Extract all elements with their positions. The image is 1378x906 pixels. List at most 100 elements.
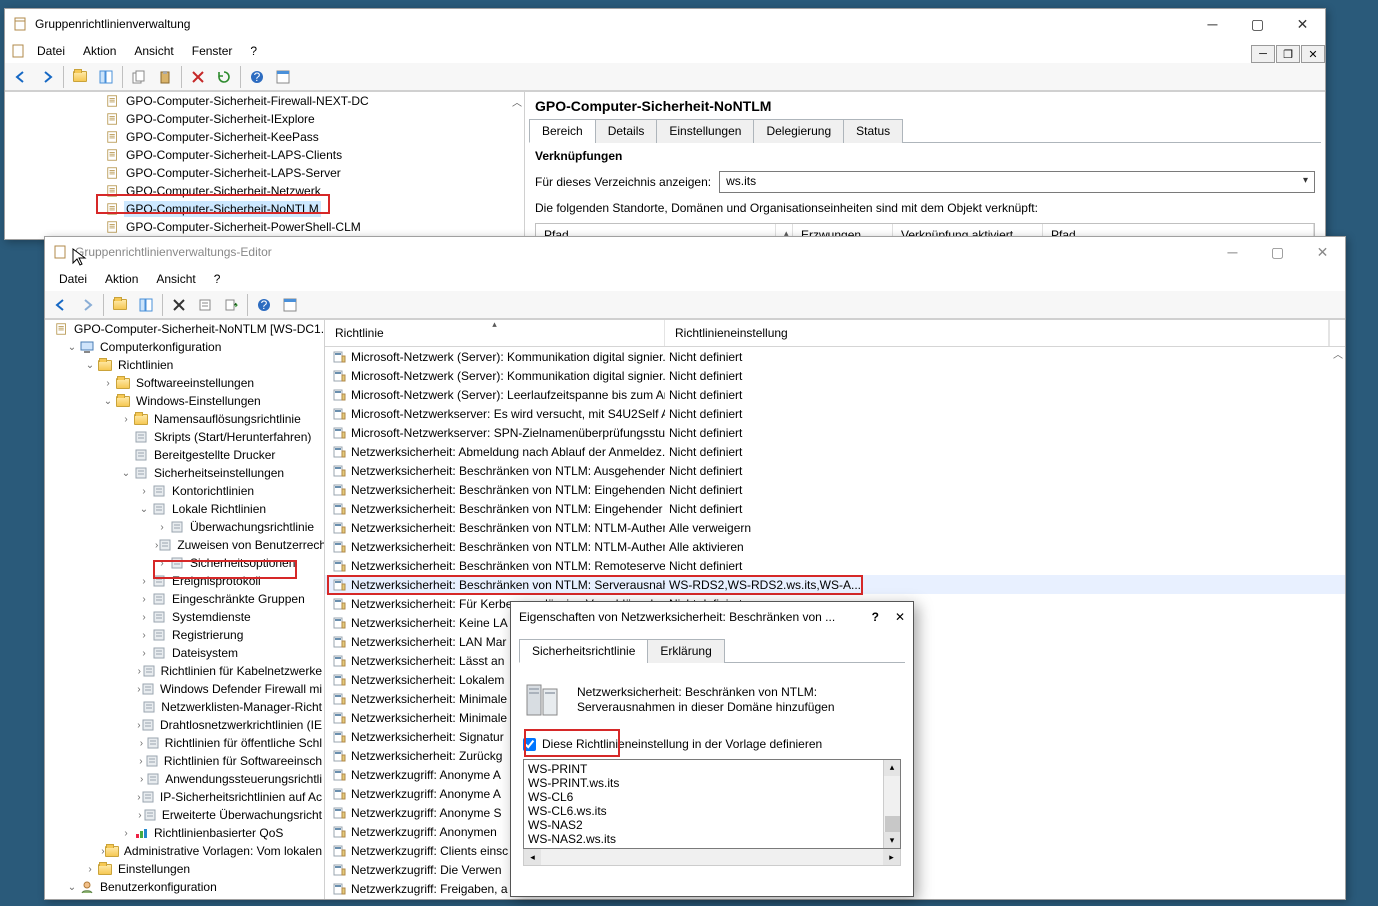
menu-?[interactable]: ? [242,41,265,61]
expand-icon[interactable]: ⌄ [119,468,133,479]
scroll-up-icon[interactable]: ︿ [512,94,522,109]
expand-icon[interactable]: › [101,378,115,389]
tree-item[interactable]: GPO-Computer-Sicherheit-NoNTLM [5,200,524,218]
exception-item[interactable]: WS-NAS2 [528,818,879,832]
tree-item[interactable]: ⌄ Lokale Richtlinien [45,500,324,518]
forward-button[interactable] [75,293,99,317]
tree-item[interactable]: Netzwerklisten-Manager-Richt [45,698,324,716]
dialog-titlebar[interactable]: Eigenschaften von Netzwerksicherheit: Be… [511,602,913,632]
mdi-restore[interactable]: ❐ [1276,45,1300,63]
expand-icon[interactable]: › [137,630,151,641]
tree-item[interactable]: › Einstellungen [45,860,324,878]
close-icon[interactable]: ✕ [895,610,905,624]
filter-button[interactable] [278,293,302,317]
up-folder-button[interactable] [108,293,132,317]
tree-item[interactable]: › Kontorichtlinien [45,482,324,500]
tree-item[interactable]: GPO-Computer-Sicherheit-KeePass [5,128,524,146]
tab-einstellungen[interactable]: Einstellungen [656,119,754,143]
tree-item[interactable]: › Richtlinien für öffentliche Schl [45,734,324,752]
forward-button[interactable] [35,65,59,89]
tab-status[interactable]: Status [843,119,903,143]
policy-row[interactable]: Microsoft-Netzwerk (Server): Kommunikati… [325,347,1345,366]
titlebar[interactable]: Gruppenrichtlinienverwaltung ─ ▢ ✕ [5,9,1325,39]
tree-item[interactable]: GPO-Computer-Sicherheit-Firewall-NEXT-DC [5,92,524,110]
menu-datei[interactable]: Datei [29,41,73,61]
policy-row[interactable]: Netzwerksicherheit: Beschränken von NTLM… [325,499,1345,518]
tab-delegierung[interactable]: Delegierung [753,119,844,143]
tree-item[interactable]: GPO-Computer-Sicherheit-PowerShell-CLM [5,218,524,236]
exception-item[interactable]: WS-CL6.ws.its [528,804,879,818]
delete-button[interactable] [186,65,210,89]
exception-item[interactable]: WS-PRINT [528,762,879,776]
tree-item[interactable]: › Eingeschränkte Gruppen [45,590,324,608]
show-hide-tree-button[interactable] [134,293,158,317]
expand-icon[interactable]: ⌄ [65,882,79,893]
tree-item[interactable]: › Drahtlosnetzwerkrichtlinien (IE [45,716,324,734]
tree-item[interactable]: › Sicherheitsoptionen [45,554,324,572]
scroll-down-icon[interactable]: ▾ [884,832,900,848]
expand-icon[interactable]: › [137,486,151,497]
expand-icon[interactable]: ⌄ [65,342,79,353]
directory-combo[interactable]: ws.its [719,171,1315,193]
policy-row[interactable]: Microsoft-Netzwerk (Server): Kommunikati… [325,366,1345,385]
tree-item[interactable]: Skripts (Start/Herunterfahren) [45,428,324,446]
maximize-button[interactable]: ▢ [1255,237,1300,267]
menu-fenster[interactable]: Fenster [184,41,241,61]
expand-icon[interactable]: › [83,864,97,875]
scroll-right-icon[interactable]: ▸ [883,849,900,865]
tree-item[interactable]: ⌄ Richtlinien [45,356,324,374]
policy-row[interactable]: Netzwerksicherheit: Beschränken von NTLM… [325,537,1345,556]
scroll-left-icon[interactable]: ◂ [524,849,541,865]
col-policy[interactable]: Richtlinie [325,320,665,346]
tree-item[interactable]: ⌄ Windows-Einstellungen [45,392,324,410]
exception-item[interactable]: WS-NAS2.ws.its [528,832,879,846]
menu-?[interactable]: ? [206,269,229,289]
titlebar[interactable]: Gruppenrichtlinienverwaltungs-Editor ─ ▢… [45,237,1345,267]
menu-aktion[interactable]: Aktion [97,269,146,289]
refresh-button[interactable] [212,65,236,89]
scroll-up-icon[interactable]: ︿ [1333,346,1343,361]
tree-item[interactable]: › Richtlinien für Kabelnetzwerke [45,662,324,680]
help-button[interactable]: ? [252,293,276,317]
save-report-button[interactable] [271,65,295,89]
mdi-minimize[interactable]: ─ [1251,45,1275,63]
policy-row[interactable]: Netzwerksicherheit: Beschränken von NTLM… [325,575,1345,594]
tree-item[interactable]: › Registrierung [45,626,324,644]
minimize-button[interactable]: ─ [1210,237,1255,267]
policy-row[interactable]: Microsoft-Netzwerkserver: SPN-Zielnamenü… [325,423,1345,442]
policy-columns[interactable]: Richtlinie Richtlinieneinstellung [325,320,1345,347]
minimize-button[interactable]: ─ [1190,9,1235,39]
tree-item[interactable]: › Systemdienste [45,608,324,626]
tree-item[interactable]: › Anwendungssteuerungsrichtli [45,770,324,788]
up-folder-button[interactable] [68,65,92,89]
tree-item[interactable]: ⌄ Sicherheitseinstellungen [45,464,324,482]
tree-item[interactable]: › Zuweisen von Benutzerrech [45,536,324,554]
back-button[interactable] [49,293,73,317]
close-button[interactable]: ✕ [1280,9,1325,39]
tree-item[interactable]: › Dateisystem [45,644,324,662]
settings-tree[interactable]: GPO-Computer-Sicherheit-NoNTLM [WS-DC1.W… [45,320,325,899]
tree-item[interactable]: › Richtlinien für Softwareeinsch [45,752,324,770]
copy-button[interactable] [127,65,151,89]
tree-item[interactable]: GPO-Computer-Sicherheit-Netzwerk [5,182,524,200]
tree-item[interactable]: › Softwareeinstellungen [45,374,324,392]
policy-row[interactable]: Netzwerksicherheit: Beschränken von NTLM… [325,556,1345,575]
policy-row[interactable]: Microsoft-Netzwerk (Server): Leerlaufzei… [325,385,1345,404]
export-button[interactable] [219,293,243,317]
help-button[interactable]: ? [245,65,269,89]
dlg-tab-0[interactable]: Sicherheitsrichtlinie [519,639,648,663]
tree-item[interactable]: Bereitgestellte Drucker [45,446,324,464]
policy-row[interactable]: Netzwerksicherheit: Beschränken von NTLM… [325,461,1345,480]
menu-aktion[interactable]: Aktion [75,41,124,61]
expand-icon[interactable]: ⌄ [101,396,115,407]
tab-bereich[interactable]: Bereich [529,119,596,143]
expand-icon[interactable]: › [137,774,146,785]
expand-icon[interactable]: › [137,594,151,605]
expand-icon[interactable]: › [137,612,151,623]
tab-details[interactable]: Details [595,119,658,143]
tree-item[interactable]: › Namensauflösungsrichtlinie [45,410,324,428]
tree-item[interactable]: › Windows Defender Firewall mi [45,680,324,698]
gpo-tree[interactable]: GPO-Computer-Sicherheit-Firewall-NEXT-DC… [5,92,525,239]
exception-item[interactable]: WS-CL6 [528,790,879,804]
expand-icon[interactable]: › [137,576,151,587]
